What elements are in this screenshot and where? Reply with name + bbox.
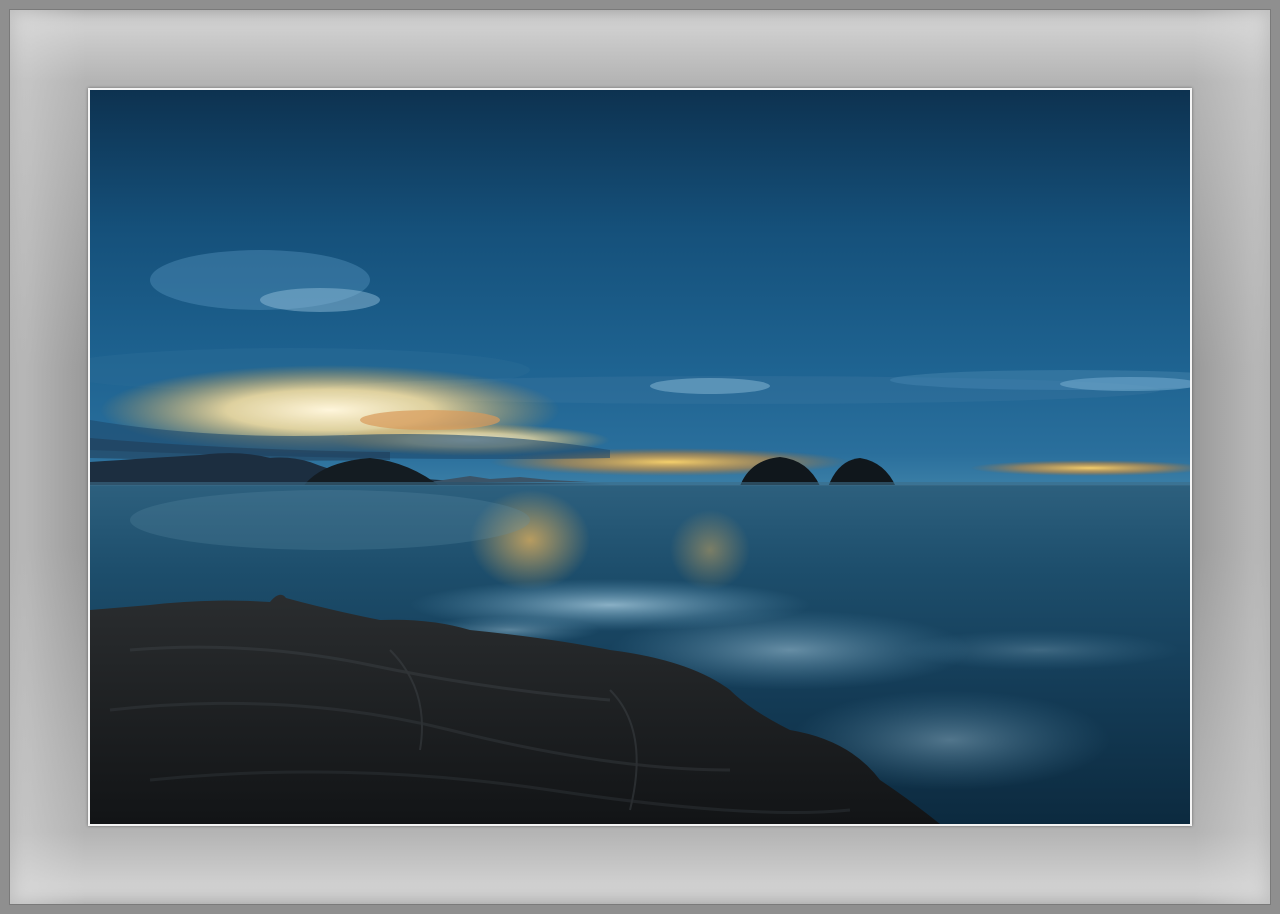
gray-frame: [0, 0, 1280, 914]
seascape-photo: [90, 90, 1190, 824]
